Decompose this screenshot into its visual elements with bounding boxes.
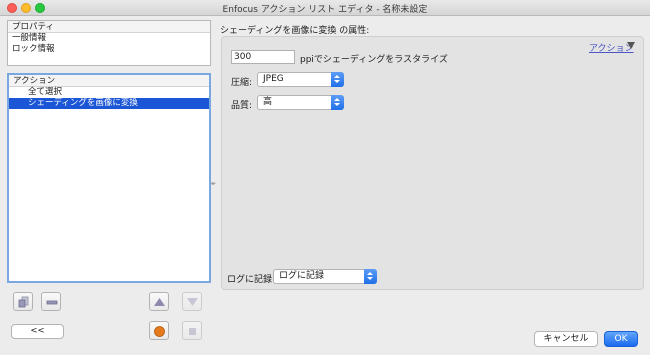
quality-select[interactable]: 高 — [257, 95, 344, 110]
cancel-button[interactable]: キャンセル — [534, 331, 598, 347]
properties-item-general[interactable]: 一般情報 — [8, 33, 210, 44]
add-action-icon — [18, 296, 29, 308]
log-stepper-icon — [364, 269, 377, 284]
panel-splitter-handle[interactable]: ◂▸ — [210, 180, 216, 187]
action-item-convert-shading[interactable]: シェーディングを画像に変換 — [9, 98, 209, 109]
title-bar[interactable]: Enfocus アクション リスト エディタ - 名称未設定 — [0, 0, 650, 16]
back-button[interactable]: << — [11, 324, 64, 339]
compression-label: 圧縮: — [231, 78, 253, 88]
stop-button[interactable] — [182, 321, 202, 340]
record-icon — [154, 326, 165, 337]
remove-action-button[interactable] — [41, 292, 61, 311]
attributes-title: シェーディングを画像に変換 の属性: — [220, 26, 370, 36]
move-down-icon — [187, 298, 198, 306]
action-list-panel: アクション 全て選択 シェーディングを画像に変換 — [7, 73, 211, 283]
quality-value: 高 — [263, 97, 273, 107]
compression-select[interactable]: JPEG — [257, 72, 344, 87]
record-button[interactable] — [149, 321, 169, 340]
ppi-label: ppiでシェーディングをラスタライズ — [300, 55, 448, 65]
quality-label: 品質: — [231, 101, 253, 111]
compression-stepper-icon — [331, 72, 344, 87]
remove-action-icon — [46, 300, 58, 305]
compression-value: JPEG — [263, 74, 284, 84]
log-select[interactable]: ログに記録 — [273, 269, 377, 284]
ppi-input[interactable]: 300 — [231, 50, 295, 64]
stop-icon — [189, 328, 196, 335]
quality-stepper-icon — [331, 95, 344, 110]
move-up-icon — [154, 298, 165, 306]
properties-panel: プロパティ 一般情報 ロック情報 — [7, 20, 211, 66]
action-list-header: アクション — [9, 75, 209, 87]
move-up-button[interactable] — [149, 292, 169, 311]
action-item-select-all[interactable]: 全て選択 — [9, 87, 209, 98]
window-title: Enfocus アクション リスト エディタ - 名称未設定 — [222, 5, 428, 15]
properties-item-lock[interactable]: ロック情報 — [8, 44, 210, 55]
action-list-editor-window: Enfocus アクション リスト エディタ - 名称未設定 プロパティ 一般情… — [0, 0, 650, 355]
action-menu-arrow-icon[interactable] — [627, 42, 635, 49]
add-action-button[interactable] — [13, 292, 33, 311]
ok-button[interactable]: OK — [604, 331, 638, 347]
move-down-button[interactable] — [182, 292, 202, 311]
log-label: ログに記録 — [227, 275, 273, 285]
log-value: ログに記録 — [279, 271, 325, 281]
properties-header: プロパティ — [8, 21, 210, 33]
